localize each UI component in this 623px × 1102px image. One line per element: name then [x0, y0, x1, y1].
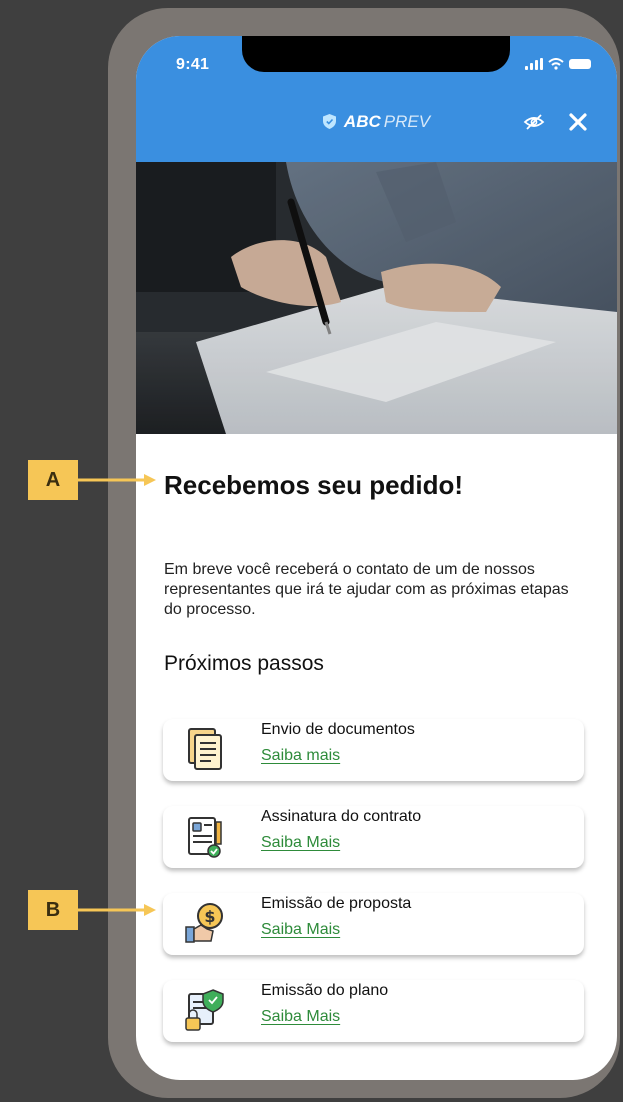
notch [242, 36, 510, 72]
secure-plan-icon [185, 989, 224, 1031]
annotation-a-arrow [78, 474, 156, 486]
phone-screen: 9:41 ABC PREV Recebemos seu pedido! Em b… [136, 36, 617, 1080]
saiba-mais-link[interactable]: Saiba mais [261, 747, 340, 765]
step-label: Assinatura do contrato [261, 808, 422, 825]
brand-suffix: PREV [383, 112, 431, 131]
svg-text:$: $ [204, 907, 215, 926]
close-icon[interactable] [569, 113, 587, 131]
step-card-proposal[interactable]: $ Emissão de proposta Saiba Mais [163, 893, 584, 955]
status-time: 9:41 [176, 56, 210, 73]
description-text: Em breve você receberá o contato de um d… [164, 561, 569, 618]
page-title: Recebemos seu pedido! [164, 470, 464, 500]
step-card-documents[interactable]: Envio de documentos Saiba mais [163, 719, 584, 781]
brand-name: ABC [343, 112, 381, 131]
signal-icon [525, 58, 543, 70]
step-card-plan[interactable]: Emissão do plano Saiba Mais [163, 980, 584, 1042]
step-label: Emissão do plano [261, 982, 389, 999]
battery-icon [569, 59, 591, 69]
wifi-icon [548, 58, 564, 70]
annotation-b-arrow [78, 904, 156, 916]
annotation-a-badge: A [28, 460, 78, 500]
steps-heading: Próximos passos [164, 652, 324, 675]
hide-eye-icon[interactable] [523, 114, 545, 130]
status-icons [525, 58, 591, 70]
contract-signature-icon [188, 817, 222, 858]
saiba-mais-link[interactable]: Saiba Mais [261, 921, 340, 939]
documents-icon [188, 728, 222, 770]
step-label: Envio de documentos [261, 721, 415, 738]
signing-illustration [136, 162, 617, 434]
annotation-b-badge: B [28, 890, 78, 930]
saiba-mais-link[interactable]: Saiba Mais [261, 834, 340, 852]
saiba-mais-link[interactable]: Saiba Mais [261, 1008, 340, 1026]
hero-photo [136, 162, 617, 434]
shield-icon [322, 114, 336, 129]
step-card-contract[interactable]: Assinatura do contrato Saiba Mais [163, 806, 584, 868]
money-proposal-icon: $ [185, 903, 223, 943]
step-label: Emissão de proposta [261, 895, 412, 912]
